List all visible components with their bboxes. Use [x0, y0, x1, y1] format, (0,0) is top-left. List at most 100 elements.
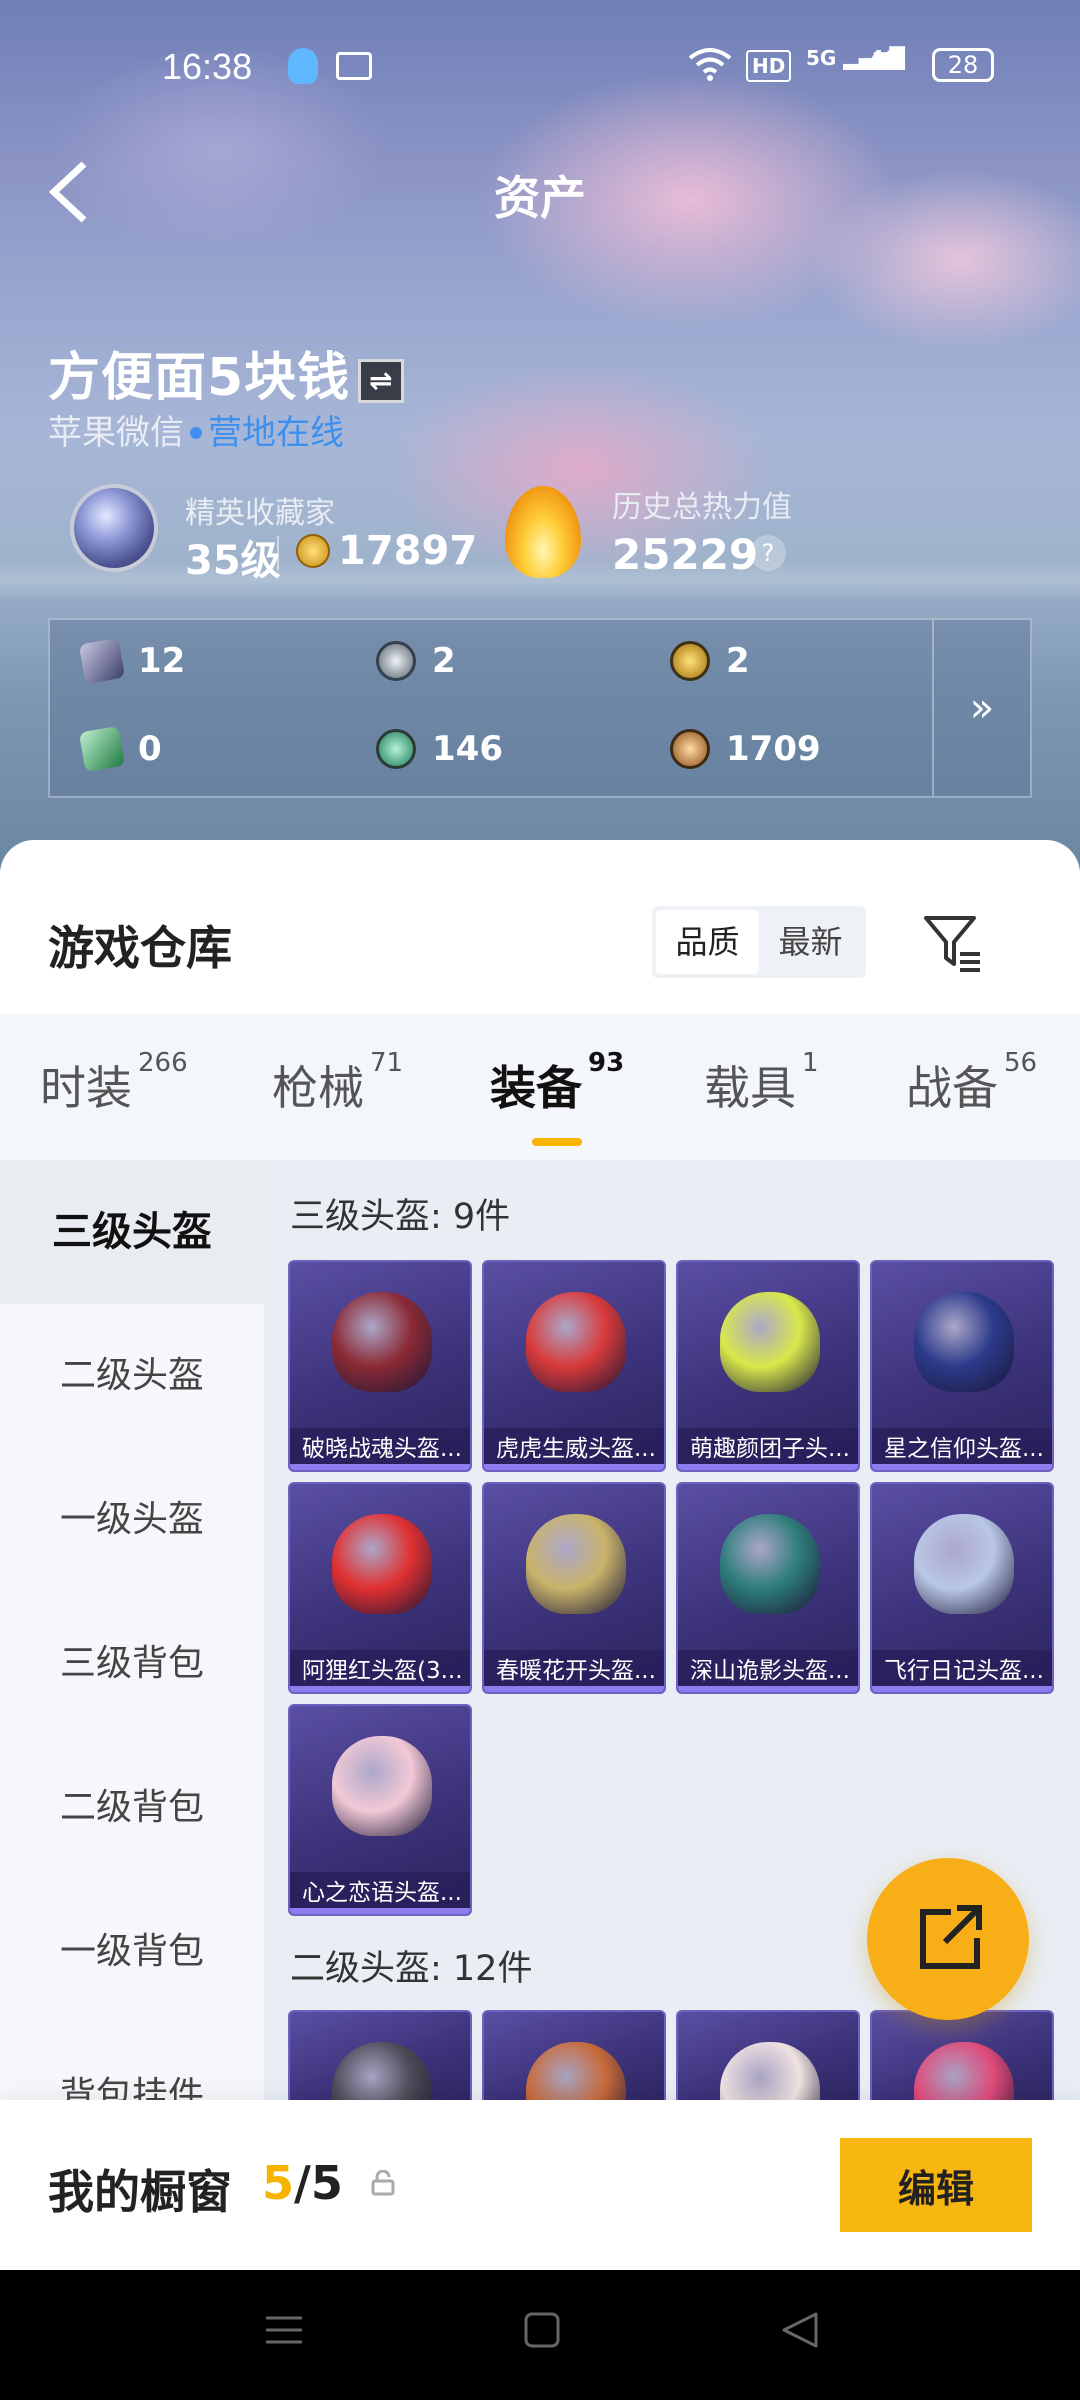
item-quality-bar: [484, 1686, 664, 1692]
sidebar-item-level1-helmet[interactable]: 一级头盔: [0, 1448, 264, 1592]
item-quality-bar: [872, 1464, 1052, 1470]
tab-count: 93: [588, 1048, 625, 1078]
section-title: 三级头盔: 9件: [290, 1197, 511, 1237]
signal-4g-icon: 4G: [870, 46, 900, 70]
resource-item: 0: [78, 724, 162, 774]
item-tile[interactable]: 深山诡影头盔...: [676, 1482, 860, 1694]
resource-value: 146: [432, 729, 503, 769]
tab-count: 71: [370, 1048, 404, 1078]
tab-label: 枪械: [272, 1061, 364, 1115]
network-4g-label: 4G: [870, 46, 901, 70]
online-dot-icon: [190, 426, 202, 439]
item-tile[interactable]: 阿狸红头盔(3...: [288, 1482, 472, 1694]
warehouse-sheet: 游戏仓库 品质 最新 时装 266 枪械 71 装备 93 载具 1 战备 56 三级头盔…: [0, 840, 1080, 2270]
status-bar: 16:38 HD 5G ▂▄▆█ 4G 28: [0, 40, 1080, 96]
item-quality-bar: [290, 1464, 470, 1470]
platform-label: 苹果微信: [48, 413, 184, 453]
battery-icon: 28: [932, 48, 994, 82]
item-quality-bar: [290, 1908, 470, 1914]
helmet-icon: [332, 1292, 432, 1392]
resource-value: 1709: [726, 729, 821, 769]
tab-equipment[interactable]: 装备 93: [490, 1048, 624, 1118]
tab-weapons[interactable]: 枪械 71: [272, 1048, 403, 1118]
sort-latest-option[interactable]: 最新: [759, 910, 862, 974]
helmet-icon: [526, 1514, 626, 1614]
tab-fashion[interactable]: 时装 266: [40, 1048, 188, 1118]
menu-icon[interactable]: [264, 2310, 304, 2350]
resource-value: 2: [726, 641, 750, 681]
helmet-icon: [720, 1514, 820, 1614]
filter-icon[interactable]: [920, 910, 984, 974]
collector-badge-icon: [70, 484, 158, 572]
help-icon[interactable]: ?: [750, 535, 786, 571]
active-tab-indicator: [532, 1138, 582, 1146]
bronze-coin-icon: [670, 729, 710, 769]
back-nav-icon[interactable]: [780, 2310, 820, 2350]
tab-count: 266: [138, 1048, 188, 1078]
green-card-icon: [78, 725, 126, 773]
resource-value: 2: [432, 641, 456, 681]
item-tile[interactable]: 春暖花开头盔...: [482, 1482, 666, 1694]
resource-item: 2: [670, 636, 750, 686]
sort-quality-option[interactable]: 品质: [656, 910, 759, 974]
rank-divider: [277, 536, 279, 570]
wifi-icon: [688, 44, 732, 94]
item-tile[interactable]: 破晓战魂头盔...: [288, 1260, 472, 1472]
tab-label: 时装: [40, 1061, 132, 1115]
mail-icon: [336, 52, 372, 80]
resource-item: 146: [376, 724, 503, 774]
system-nav-bar: [0, 2270, 1080, 2400]
card-icon: [78, 637, 126, 685]
rank-points: 17897: [338, 528, 478, 574]
home-icon[interactable]: [522, 2310, 562, 2350]
sidebar-item-level2-backpack[interactable]: 二级背包: [0, 1736, 264, 1880]
tab-combat-gear[interactable]: 战备 56: [906, 1048, 1037, 1118]
item-tile[interactable]: 星之信仰头盔...: [870, 1260, 1054, 1472]
tab-label: 载具: [704, 1061, 796, 1115]
resource-item: 1709: [670, 724, 821, 774]
share-button[interactable]: [867, 1858, 1029, 2020]
sidebar-item-level1-backpack[interactable]: 一级背包: [0, 1880, 264, 2024]
rank-title: 精英收藏家: [185, 496, 335, 531]
edit-button[interactable]: 编辑: [840, 2138, 1032, 2232]
showcase-bar: 我的橱窗 5/5 编辑: [0, 2100, 1080, 2270]
hero-header: 16:38 HD 5G ▂▄▆█ 4G 28 资产 方便面5块钱 ⇌ 苹果微信 营地…: [0, 0, 1080, 870]
green-coin-icon: [376, 729, 416, 769]
helmet-icon: [526, 1292, 626, 1392]
item-tile[interactable]: 飞行日记头盔...: [870, 1482, 1054, 1694]
double-chevron-right-icon[interactable]: »: [932, 620, 1030, 796]
heat-value: 25229: [612, 530, 759, 579]
heat-label: 历史总热力值: [612, 490, 792, 525]
rank-level: 35级: [185, 538, 281, 584]
resource-panel[interactable]: 12 2 2 0 146 1709 »: [48, 618, 1032, 798]
tab-count: 1: [802, 1048, 819, 1078]
online-status: 营地在线: [208, 413, 344, 453]
category-tabs: 时装 266 枪械 71 装备 93 载具 1 战备 56: [0, 1014, 1080, 1160]
resource-value: 0: [138, 729, 162, 769]
username-text: 方便面5块钱: [48, 348, 351, 408]
qq-icon: [288, 48, 318, 84]
tab-vehicles[interactable]: 载具 1: [704, 1048, 819, 1118]
item-quality-bar: [678, 1464, 858, 1470]
sidebar-item-level3-helmet[interactable]: 三级头盔: [0, 1160, 264, 1304]
sidebar-item-level2-helmet[interactable]: 二级头盔: [0, 1304, 264, 1448]
sidebar-item-level3-backpack[interactable]: 三级背包: [0, 1592, 264, 1736]
resource-item: 12: [78, 636, 185, 686]
helmet-icon: [914, 1292, 1014, 1392]
status-time: 16:38: [162, 46, 253, 87]
item-tile[interactable]: 心之恋语头盔...: [288, 1704, 472, 1916]
helmet-icon: [332, 1514, 432, 1614]
lock-icon: [370, 2169, 396, 2196]
helmet-icon: [332, 1736, 432, 1836]
tab-label: 战备: [906, 1061, 998, 1115]
tab-label: 装备: [490, 1061, 582, 1115]
item-tile[interactable]: 虎虎生威头盔...: [482, 1260, 666, 1472]
item-tile[interactable]: 萌趣颜团子头...: [676, 1260, 860, 1472]
gold-coin-icon: [670, 641, 710, 681]
flame-icon: [505, 486, 581, 578]
switch-account-icon[interactable]: ⇌: [358, 359, 405, 403]
helmet-icon: [914, 1514, 1014, 1614]
resource-item: 2: [376, 636, 456, 686]
account-status-line: 苹果微信 营地在线: [48, 405, 344, 454]
showcase-total: /5: [294, 2156, 343, 2210]
